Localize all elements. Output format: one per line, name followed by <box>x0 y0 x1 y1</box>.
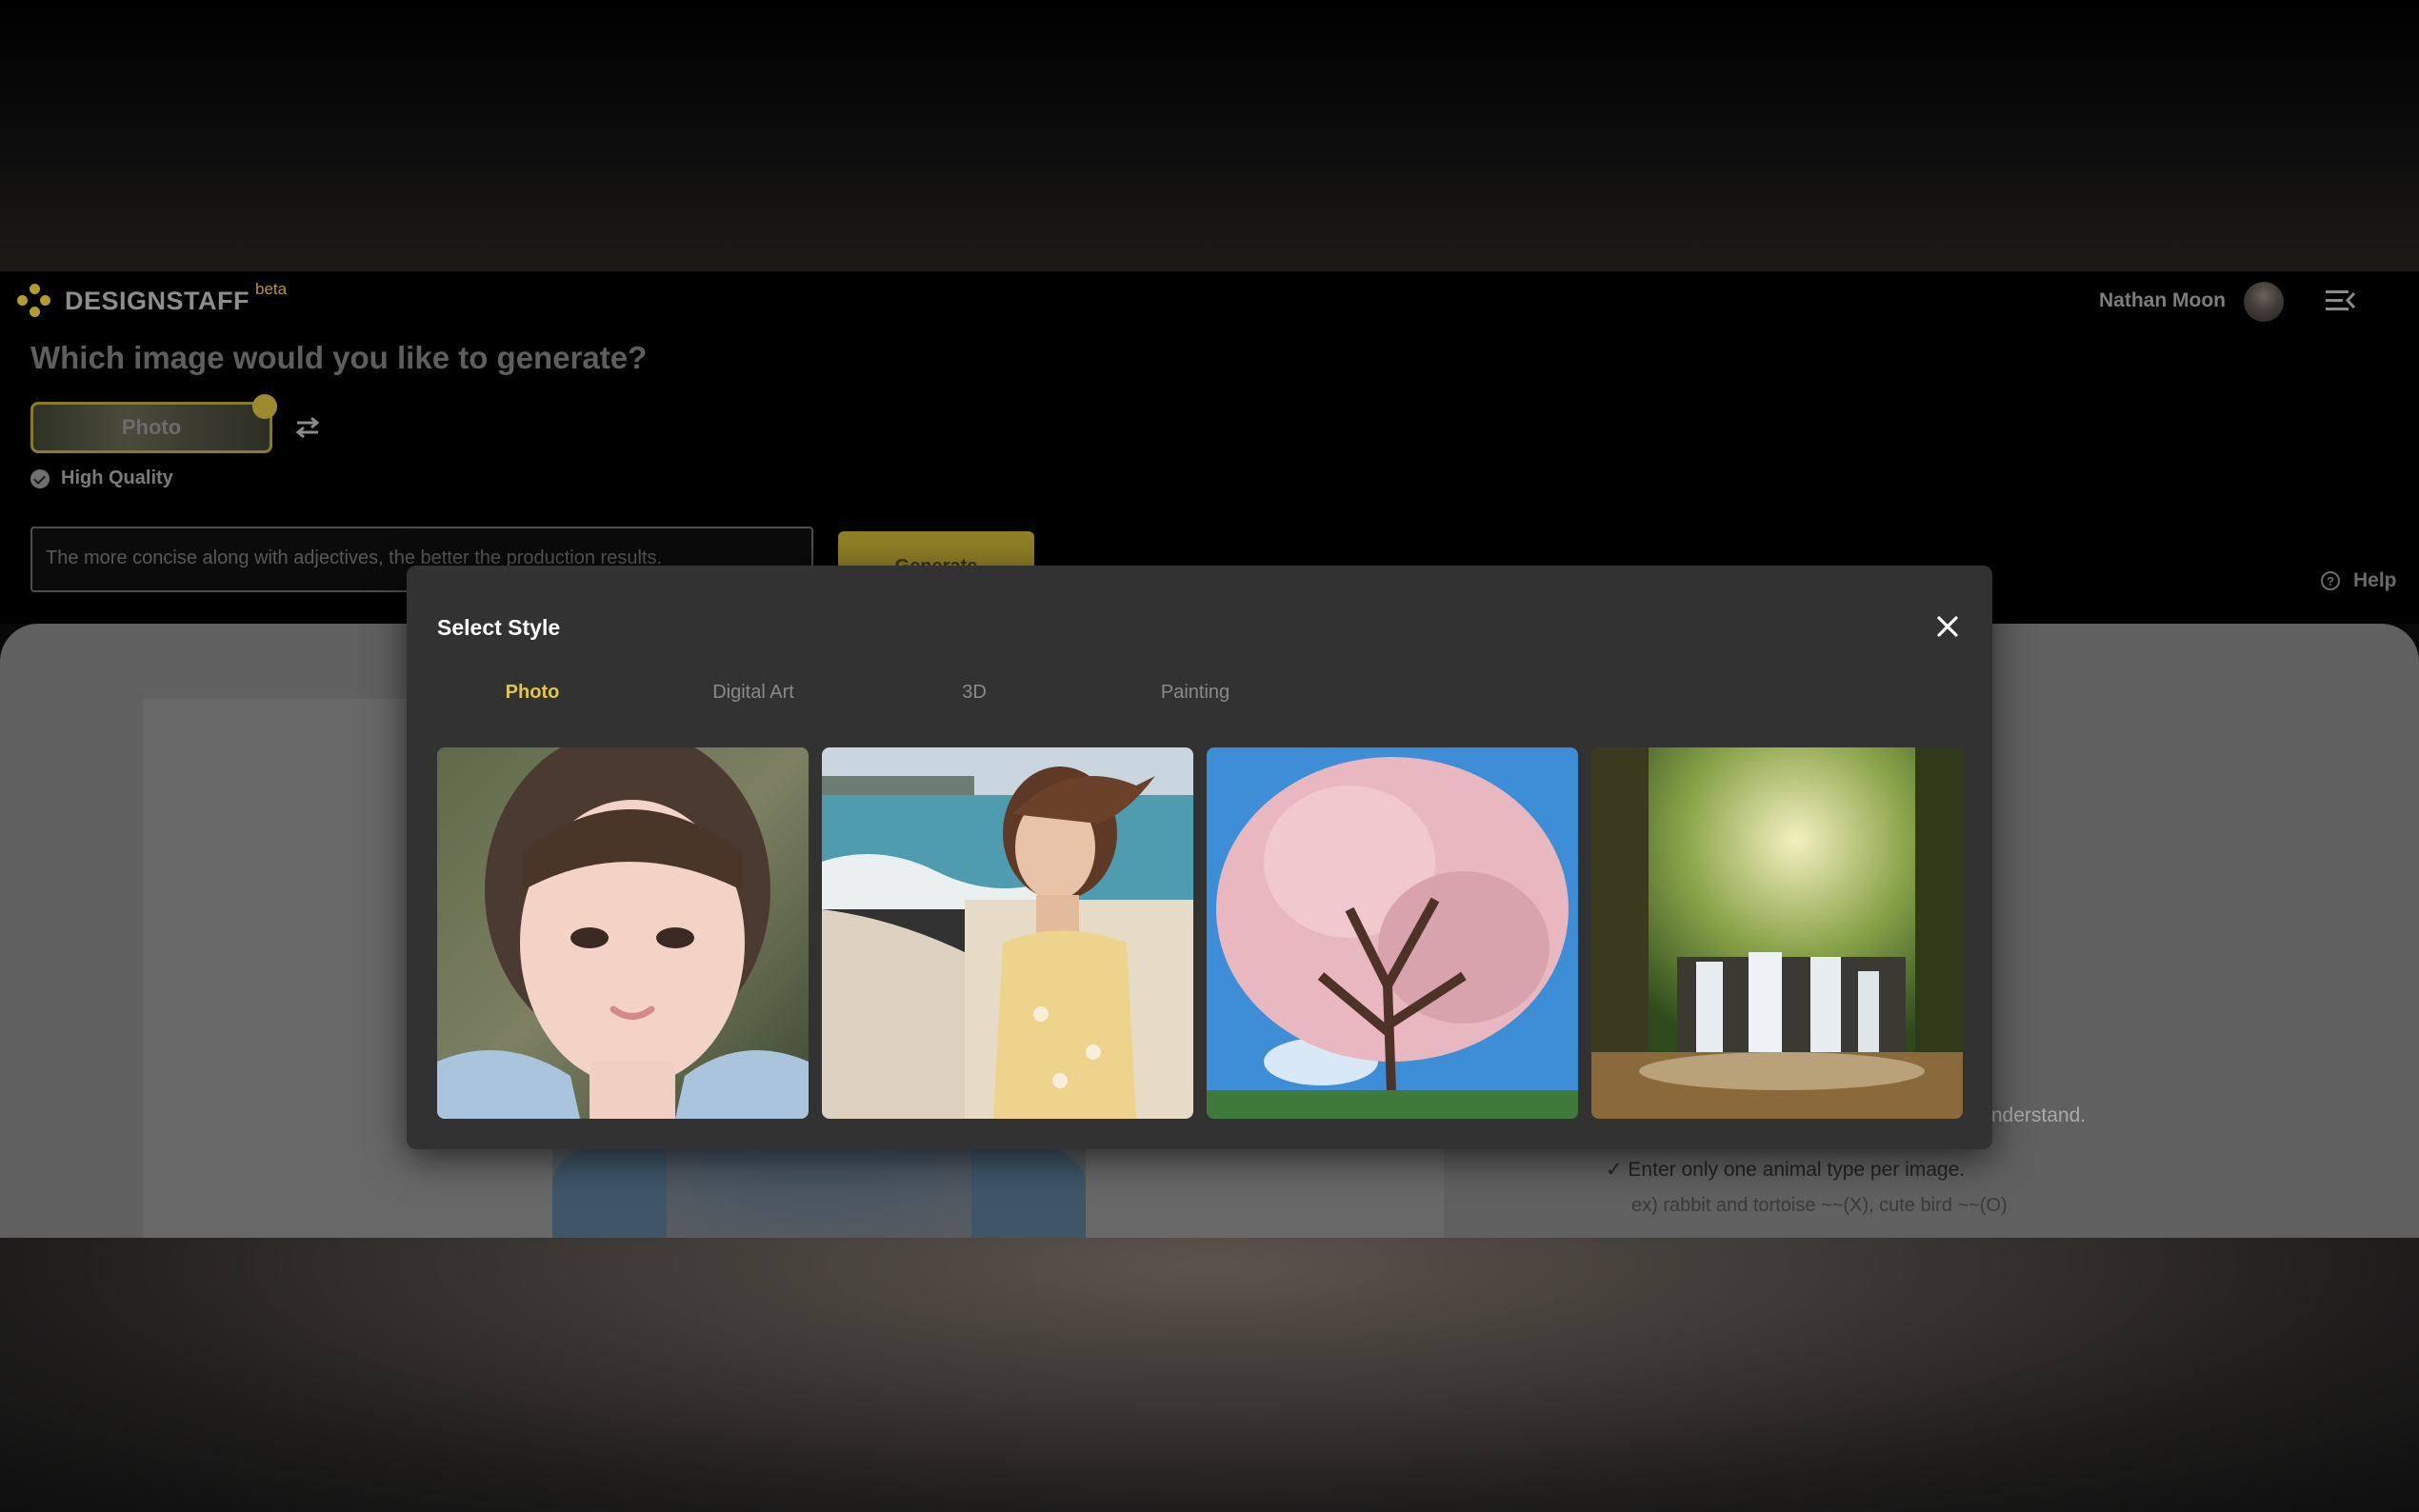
tab-3d[interactable]: 3D <box>879 682 1070 704</box>
bottom-background <box>0 1238 2419 1512</box>
preview-image-detail <box>552 1147 667 1243</box>
user-name[interactable]: Nathan Moon <box>2099 289 2226 312</box>
logo-icon <box>17 284 51 318</box>
swap-icon[interactable] <box>293 415 322 440</box>
help-icon: ? <box>2321 571 2340 590</box>
app-screen: DESIGNSTAFF beta Nathan Moon Which image… <box>0 0 2419 1512</box>
top-background <box>0 0 2419 271</box>
selected-style-label: Photo <box>121 415 182 439</box>
select-style-modal: Select Style Photo Digital Art 3D Painti… <box>407 566 1992 1149</box>
brand-name: DESIGNSTAFF <box>65 286 250 315</box>
tab-painting[interactable]: Painting <box>1100 682 1290 704</box>
beach-image <box>822 747 1193 1119</box>
guide-tip-example: ex) rabbit and tortoise ~~(X), cute bird… <box>1631 1195 2008 1216</box>
tab-digital-art[interactable]: Digital Art <box>658 682 849 704</box>
style-tabs: Photo Digital Art 3D Painting <box>437 682 1294 720</box>
high-quality-label: High Quality <box>61 468 173 488</box>
preview-image-detail <box>971 1147 1086 1243</box>
beta-badge: beta <box>255 280 288 298</box>
modal-title: Select Style <box>437 615 561 640</box>
style-card-portrait[interactable] <box>437 747 809 1119</box>
brand-logo[interactable]: DESIGNSTAFF beta <box>17 280 294 318</box>
page-title: Which image would you like to generate? <box>30 340 648 375</box>
tab-photo[interactable]: Photo <box>437 682 628 704</box>
style-card-waterfall[interactable] <box>1591 747 1963 1119</box>
waterfall-image <box>1591 747 1963 1119</box>
high-quality-toggle[interactable]: High Quality <box>30 468 173 489</box>
selected-indicator <box>252 394 277 419</box>
style-card-cherry-blossom[interactable] <box>1207 747 1578 1119</box>
help-label: Help <box>2353 569 2397 591</box>
portrait-image <box>437 747 809 1119</box>
check-icon <box>30 468 50 488</box>
avatar[interactable] <box>2244 282 2284 322</box>
guide-tip-animal: ✓ Enter only one animal type per image. <box>1606 1159 1966 1181</box>
style-cards <box>437 747 1963 1119</box>
close-icon[interactable] <box>1934 613 1961 640</box>
style-selector-button[interactable]: Photo <box>30 402 272 453</box>
style-card-beach[interactable] <box>822 747 1193 1119</box>
cherry-blossom-image <box>1207 747 1578 1119</box>
menu-icon[interactable] <box>2324 288 2356 314</box>
help-button[interactable]: ? Help <box>2321 569 2397 592</box>
